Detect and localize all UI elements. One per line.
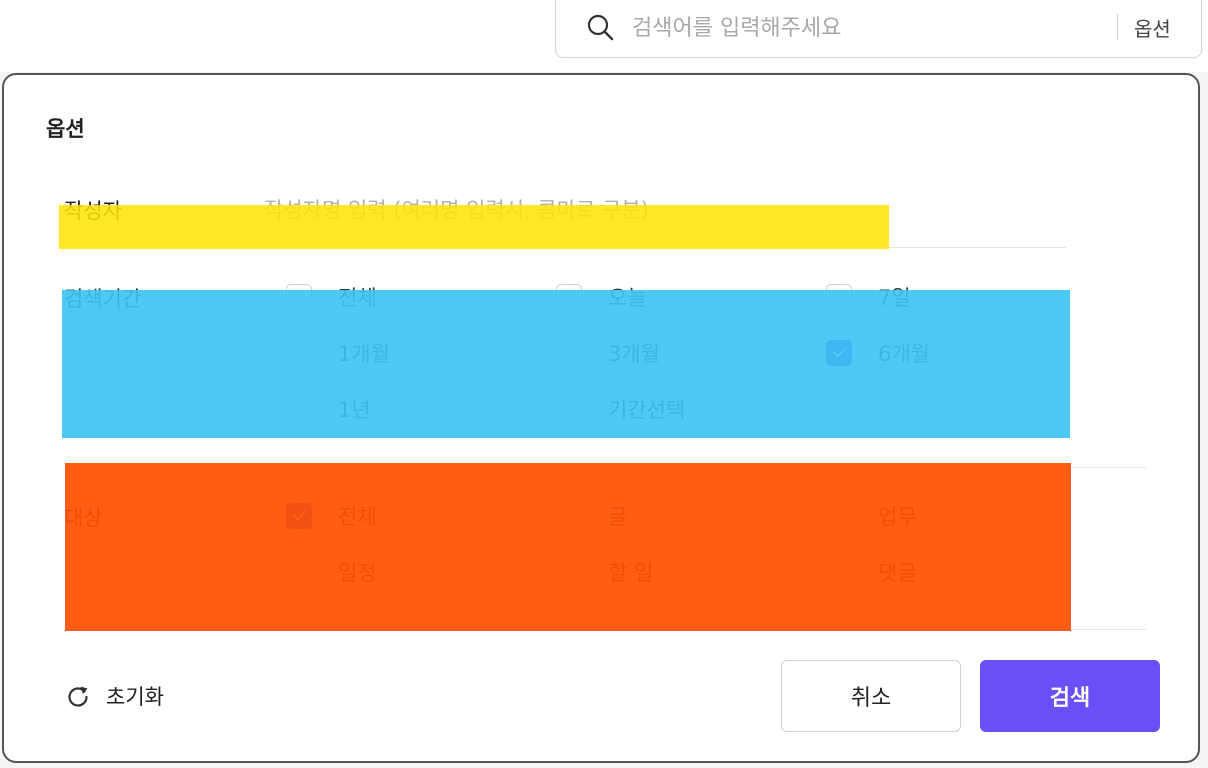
refresh-icon xyxy=(68,686,88,707)
checkbox[interactable] xyxy=(556,340,582,366)
period-label: 검색기간 xyxy=(64,287,142,311)
checkbox[interactable] xyxy=(826,284,852,310)
author-input[interactable] xyxy=(264,193,864,227)
checkbox[interactable] xyxy=(286,340,312,366)
target-label: 대상 xyxy=(64,506,103,530)
top-bar: 옵션 xyxy=(0,0,1208,72)
options-button[interactable]: 옵션 xyxy=(1134,13,1171,42)
checkbox-checked[interactable] xyxy=(826,340,852,366)
author-label: 작성자 xyxy=(64,199,122,223)
checkbox[interactable] xyxy=(556,284,582,310)
checkbox[interactable] xyxy=(286,284,312,310)
option-label: 글 xyxy=(608,505,628,529)
option-label: 할 일 xyxy=(608,561,654,585)
checkbox[interactable] xyxy=(826,559,852,585)
option-label: 6개월 xyxy=(878,342,931,366)
search-icon xyxy=(587,14,614,41)
option-label: 전체 xyxy=(338,286,377,310)
option-label: 1년 xyxy=(338,398,371,422)
cancel-button[interactable]: 취소 xyxy=(781,660,961,732)
search-divider xyxy=(1117,14,1118,40)
option-label: 1개월 xyxy=(338,342,391,366)
options-dialog: 옵션 작성자 검색기간 전체 오늘 7일 1개월 3개월 6개월 1년 기간선택… xyxy=(2,73,1200,763)
checkbox-checked[interactable] xyxy=(286,503,312,529)
checkbox[interactable] xyxy=(556,503,582,529)
reset-label: 초기화 xyxy=(106,685,164,709)
checkbox[interactable] xyxy=(556,396,582,422)
checkbox[interactable] xyxy=(286,559,312,585)
dialog-title: 옵션 xyxy=(46,117,85,141)
checkbox[interactable] xyxy=(556,559,582,585)
checkbox[interactable] xyxy=(286,396,312,422)
option-label: 기간선택 xyxy=(608,398,686,422)
divider xyxy=(64,247,1066,248)
search-input[interactable] xyxy=(632,10,1052,46)
checkbox[interactable] xyxy=(826,503,852,529)
search-box: 옵션 xyxy=(555,0,1202,58)
option-label: 일정 xyxy=(338,561,377,585)
option-label: 3개월 xyxy=(608,342,661,366)
highlight-orange xyxy=(65,463,1071,631)
option-label: 전체 xyxy=(338,505,377,529)
option-label: 7일 xyxy=(878,286,911,310)
option-label: 업무 xyxy=(878,505,917,529)
search-button[interactable]: 검색 xyxy=(980,660,1160,732)
divider xyxy=(64,467,1146,468)
option-label: 오늘 xyxy=(608,286,647,310)
divider xyxy=(64,629,1146,630)
option-label: 댓글 xyxy=(878,561,917,585)
